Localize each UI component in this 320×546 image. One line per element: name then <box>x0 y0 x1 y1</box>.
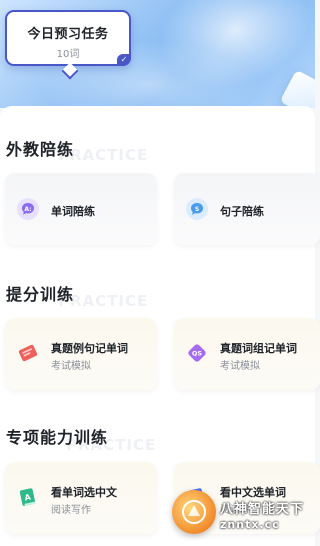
section-title-foreign-teacher: 外教陪练 <box>6 140 75 159</box>
ticket-icon <box>17 342 39 364</box>
svg-text:S: S <box>195 206 199 213</box>
watermark-text: 八神智能天下 <box>220 502 305 517</box>
task-title: 今日预习任务 <box>27 27 109 42</box>
svg-text:A:: A: <box>24 206 31 213</box>
card-title: 看单词选中文 <box>51 486 117 499</box>
qs-diamond-icon: QS <box>186 342 208 364</box>
card-word-to-chinese[interactable]: A 看单词选中文 阅读写作 <box>5 462 157 534</box>
daily-preview-task-card[interactable]: 今日预习任务 10词 ✓ <box>5 10 131 80</box>
book-a-icon: A <box>17 486 39 508</box>
card-title: 真题例句记单词 <box>51 342 128 355</box>
card-title: 句子陪练 <box>220 205 264 218</box>
card-word-practice[interactable]: A: 单词陪练 <box>5 173 157 245</box>
watermark-logo-icon <box>172 490 216 534</box>
card-subtitle: 阅读写作 <box>51 505 91 516</box>
card-title: 单词陪练 <box>51 205 95 218</box>
card-subtitle: 考试模拟 <box>220 361 260 372</box>
card-title: 真题词组记单词 <box>220 342 297 355</box>
site-watermark: 八神智能天下 znntx.cc <box>172 484 314 542</box>
section-title-score-boost: 提分训练 <box>6 285 75 304</box>
bubble-s-icon: S <box>186 198 208 220</box>
card-subtitle: 考试模拟 <box>51 361 91 372</box>
section-title-special-skills: 专项能力训练 <box>6 428 109 447</box>
card-sentence-practice[interactable]: S 句子陪练 <box>174 173 320 245</box>
card-exam-phrase-words[interactable]: QS 真题词组记单词 考试模拟 <box>174 318 320 390</box>
watermark-url: znntx.cc <box>220 518 280 531</box>
card-exam-sentence-words[interactable]: 真题例句记单词 考试模拟 <box>5 318 157 390</box>
task-count: 10词 <box>56 49 80 60</box>
svg-text:QS: QS <box>192 349 203 357</box>
bubble-a-icon: A: <box>17 198 39 220</box>
